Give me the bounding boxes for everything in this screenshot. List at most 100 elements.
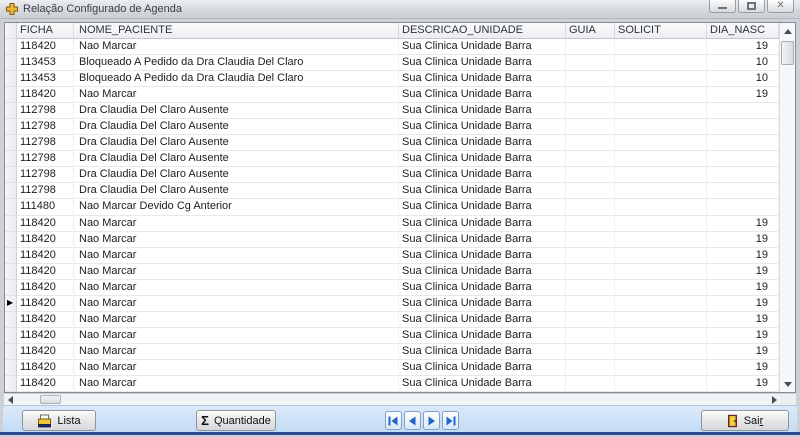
scroll-right-button[interactable] bbox=[768, 394, 780, 405]
last-record-button[interactable] bbox=[442, 411, 459, 430]
cell-guia bbox=[566, 199, 615, 215]
table-row[interactable]: 118420Nao MarcarSua Clinica Unidade Barr… bbox=[5, 328, 779, 344]
cell-guia bbox=[566, 296, 615, 312]
row-indicator bbox=[5, 183, 17, 199]
table-row[interactable]: 118420Nao MarcarSua Clinica Unidade Barr… bbox=[5, 344, 779, 360]
cell-dia-nasc: 19 bbox=[707, 328, 779, 344]
table-row[interactable]: 112798Dra Claudia Del Claro AusenteSua C… bbox=[5, 135, 779, 151]
cell-ficha: 118420 bbox=[17, 87, 74, 103]
grid-rows: 118420Nao MarcarSua Clinica Unidade Barr… bbox=[5, 39, 779, 392]
grid-header: FICHA NOME_PACIENTE DESCRICAO_UNIDADE GU… bbox=[5, 23, 779, 39]
cell-ficha: 112798 bbox=[17, 103, 74, 119]
scroll-up-button[interactable] bbox=[780, 23, 796, 39]
cell-dia-nasc: 19 bbox=[707, 280, 779, 296]
sair-button-label: Sair bbox=[744, 415, 764, 427]
minimize-icon bbox=[718, 7, 727, 9]
table-row[interactable]: 111480Nao Marcar Devido Cg AnteriorSua C… bbox=[5, 199, 779, 215]
cell-guia bbox=[566, 312, 615, 328]
cell-ficha: 112798 bbox=[17, 167, 74, 183]
column-header-dia-nasc[interactable]: DIA_NASC bbox=[707, 23, 779, 39]
cell-dia-nasc: 19 bbox=[707, 39, 779, 55]
table-row[interactable]: 118420Nao MarcarSua Clinica Unidade Barr… bbox=[5, 376, 779, 392]
close-button[interactable]: ✕ bbox=[767, 0, 794, 13]
scroll-left-button[interactable] bbox=[4, 394, 16, 405]
table-row[interactable]: 113453Bloqueado A Pedido da Dra Claudia … bbox=[5, 71, 779, 87]
row-indicator bbox=[5, 71, 17, 87]
table-row[interactable]: 118420Nao MarcarSua Clinica Unidade Barr… bbox=[5, 216, 779, 232]
table-row[interactable]: 112798Dra Claudia Del Claro AusenteSua C… bbox=[5, 103, 779, 119]
data-grid: FICHA NOME_PACIENTE DESCRICAO_UNIDADE GU… bbox=[4, 22, 796, 393]
scroll-right-icon bbox=[772, 396, 777, 404]
grid-main: FICHA NOME_PACIENTE DESCRICAO_UNIDADE GU… bbox=[5, 23, 779, 392]
maximize-button[interactable] bbox=[738, 0, 765, 13]
table-row[interactable]: 118420Nao MarcarSua Clinica Unidade Barr… bbox=[5, 264, 779, 280]
next-record-button[interactable] bbox=[423, 411, 440, 430]
titlebar[interactable]: Relação Configurado de Agenda ✕ bbox=[0, 0, 800, 19]
cell-ficha: 118420 bbox=[17, 312, 74, 328]
cell-descricao-unidade: Sua Clinica Unidade Barra bbox=[399, 103, 566, 119]
row-indicator bbox=[5, 55, 17, 71]
cell-dia-nasc: 19 bbox=[707, 376, 779, 392]
cell-solicit bbox=[615, 151, 707, 167]
scroll-down-button[interactable] bbox=[780, 376, 796, 392]
column-header-nome-paciente[interactable]: NOME_PACIENTE bbox=[74, 23, 399, 39]
cell-dia-nasc bbox=[707, 199, 779, 215]
column-header-solicit[interactable]: SOLICIT bbox=[615, 23, 707, 39]
window-bottom-border bbox=[0, 432, 800, 435]
prior-record-icon bbox=[407, 416, 418, 426]
cell-guia bbox=[566, 167, 615, 183]
table-row[interactable]: 112798Dra Claudia Del Claro AusenteSua C… bbox=[5, 183, 779, 199]
cell-descricao-unidade: Sua Clinica Unidade Barra bbox=[399, 360, 566, 376]
cell-nome-paciente: Nao Marcar bbox=[74, 216, 399, 232]
table-row[interactable]: 113453Bloqueado A Pedido da Dra Claudia … bbox=[5, 55, 779, 71]
table-row[interactable]: 118420Nao MarcarSua Clinica Unidade Barr… bbox=[5, 232, 779, 248]
row-indicator bbox=[5, 264, 17, 280]
cell-ficha: 118420 bbox=[17, 360, 74, 376]
sair-button[interactable]: Sair bbox=[701, 410, 789, 431]
cell-descricao-unidade: Sua Clinica Unidade Barra bbox=[399, 199, 566, 215]
cell-solicit bbox=[615, 103, 707, 119]
table-row[interactable]: 118420Nao MarcarSua Clinica Unidade Barr… bbox=[5, 360, 779, 376]
row-indicator bbox=[5, 312, 17, 328]
table-row[interactable]: 112798Dra Claudia Del Claro AusenteSua C… bbox=[5, 167, 779, 183]
lista-button[interactable]: Lista bbox=[22, 410, 96, 431]
quantidade-button[interactable]: Σ Quantidade bbox=[196, 410, 276, 431]
cell-dia-nasc: 19 bbox=[707, 296, 779, 312]
next-record-icon bbox=[426, 416, 437, 426]
vertical-scrollbar[interactable] bbox=[779, 23, 795, 392]
cell-nome-paciente: Nao Marcar bbox=[74, 360, 399, 376]
table-row[interactable]: 118420Nao MarcarSua Clinica Unidade Barr… bbox=[5, 39, 779, 55]
vertical-scroll-thumb[interactable] bbox=[781, 41, 794, 65]
cell-descricao-unidade: Sua Clinica Unidade Barra bbox=[399, 151, 566, 167]
cell-guia bbox=[566, 280, 615, 296]
cell-ficha: 118420 bbox=[17, 376, 74, 392]
column-header-descricao-unidade[interactable]: DESCRICAO_UNIDADE bbox=[399, 23, 566, 39]
exit-door-icon bbox=[727, 414, 739, 428]
table-row[interactable]: 118420Nao MarcarSua Clinica Unidade Barr… bbox=[5, 248, 779, 264]
minimize-button[interactable] bbox=[709, 0, 736, 13]
row-indicator bbox=[5, 376, 17, 392]
cell-descricao-unidade: Sua Clinica Unidade Barra bbox=[399, 39, 566, 55]
table-row[interactable]: 118420Nao MarcarSua Clinica Unidade Barr… bbox=[5, 280, 779, 296]
cell-dia-nasc: 10 bbox=[707, 55, 779, 71]
table-row[interactable]: 118420Nao MarcarSua Clinica Unidade Barr… bbox=[5, 312, 779, 328]
cell-solicit bbox=[615, 87, 707, 103]
horizontal-scrollbar[interactable] bbox=[4, 394, 780, 405]
cell-nome-paciente: Nao Marcar bbox=[74, 328, 399, 344]
table-row[interactable]: 112798Dra Claudia Del Claro AusenteSua C… bbox=[5, 151, 779, 167]
cell-solicit bbox=[615, 232, 707, 248]
cell-guia bbox=[566, 232, 615, 248]
horizontal-scroll-thumb[interactable] bbox=[40, 395, 61, 404]
table-row[interactable]: 118420Nao MarcarSua Clinica Unidade Barr… bbox=[5, 87, 779, 103]
cell-solicit bbox=[615, 328, 707, 344]
cell-descricao-unidade: Sua Clinica Unidade Barra bbox=[399, 264, 566, 280]
first-record-button[interactable] bbox=[385, 411, 402, 430]
table-row[interactable]: ▶118420Nao MarcarSua Clinica Unidade Bar… bbox=[5, 296, 779, 312]
column-header-guia[interactable]: GUIA bbox=[566, 23, 615, 39]
sigma-icon: Σ bbox=[201, 414, 209, 427]
column-header-ficha[interactable]: FICHA bbox=[17, 23, 74, 39]
table-row[interactable]: 112798Dra Claudia Del Claro AusenteSua C… bbox=[5, 119, 779, 135]
cell-guia bbox=[566, 376, 615, 392]
first-record-icon bbox=[388, 416, 399, 426]
prior-record-button[interactable] bbox=[404, 411, 421, 430]
